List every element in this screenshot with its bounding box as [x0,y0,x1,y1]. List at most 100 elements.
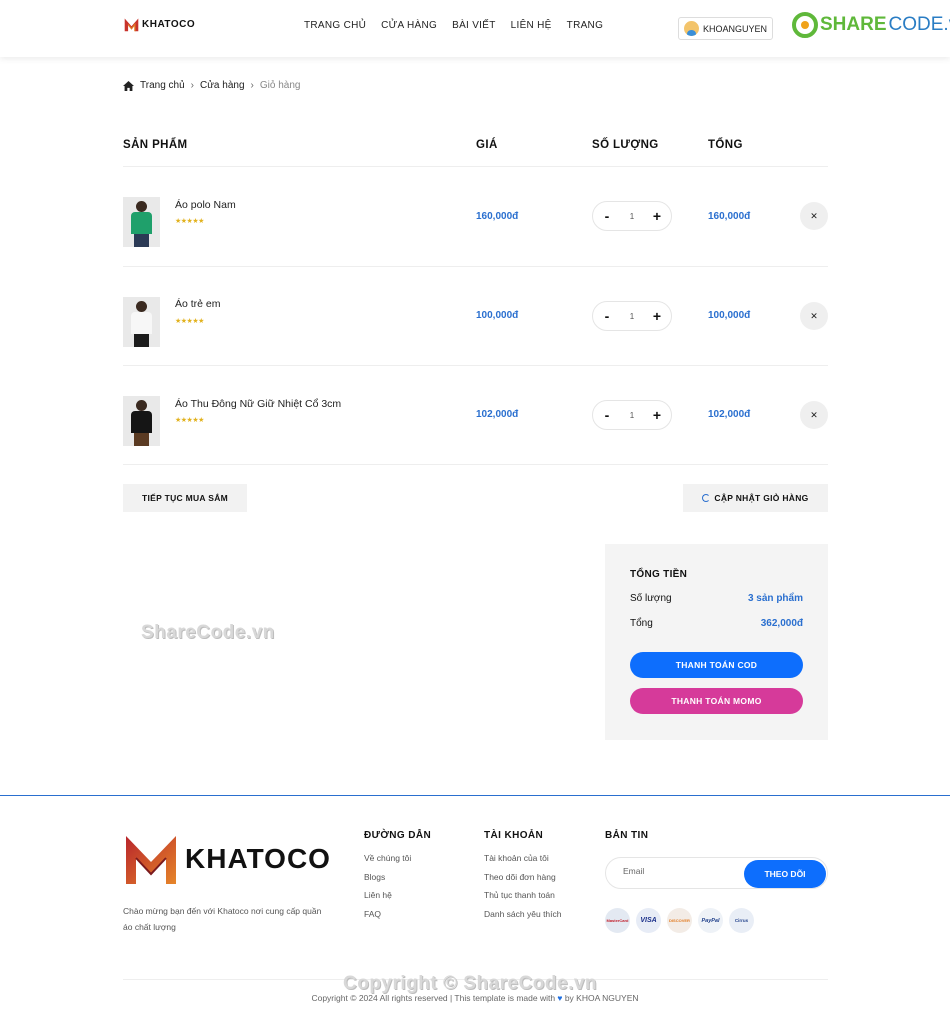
pay-cod-button[interactable]: THANH TOÁN COD [630,652,803,678]
sharecode-logo: SHARECODE.vn [792,12,950,38]
quantity-stepper: - 1 + [592,201,672,231]
qty-plus-button[interactable]: + [652,408,662,422]
sharecode-logo-icon [792,12,818,38]
qty-minus-button[interactable]: - [602,309,612,323]
remove-item-button[interactable]: ✕ [800,202,828,230]
header-logo-text: KHATOCO [142,19,196,30]
summary-qty-value: 3 sản phẩm [747,593,803,604]
nav-pages[interactable]: TRANG [567,20,604,31]
footer-account-title: TÀI KHOẢN [484,830,544,841]
rating-stars: ★★★★★ [175,417,204,424]
cirrus-icon: Cirrus [729,908,754,933]
remove-item-button[interactable]: ✕ [800,302,828,330]
breadcrumb-separator: › [250,80,254,91]
newsletter-email-input[interactable] [623,866,733,876]
sharecode-logo-code: CODE.vn [888,14,950,35]
site-header: KHATOCO TRANG CHỦ CỬA HÀNG BÀI VIẾT LIÊN… [0,0,950,57]
subscribe-button[interactable]: THEO DÕI [744,860,826,888]
khatoco-logo-icon [126,836,176,884]
username: KHOANGUYEN [703,23,768,34]
col-header-total: TỔNG [708,139,743,151]
footer-link-wishlist[interactable]: Danh sách yêu thích [484,909,562,919]
qty-plus-button[interactable]: + [652,309,662,323]
discover-icon: DISCOVER [667,908,692,933]
breadcrumb: Trang chủ › Cửa hàng › Giỏ hàng [123,80,300,91]
product-image[interactable] [123,297,160,347]
payment-cards: MasterCard VISA DISCOVER PayPal Cirrus [605,908,754,933]
rating-stars: ★★★★★ [175,218,204,225]
footer-link-checkout[interactable]: Thủ tục thanh toán [484,890,555,900]
product-total: 100,000đ [708,310,751,321]
product-image[interactable] [123,197,160,247]
rating-stars: ★★★★★ [175,318,204,325]
breadcrumb-shop[interactable]: Cửa hàng [200,80,245,91]
product-total: 102,000đ [708,409,751,420]
nav-blog[interactable]: BÀI VIẾT [452,20,496,31]
qty-value[interactable]: 1 [630,212,634,221]
quantity-stepper: - 1 + [592,400,672,430]
footer-link-about[interactable]: Về chúng tôi [364,853,411,863]
divider [123,365,828,366]
qty-minus-button[interactable]: - [602,408,612,422]
continue-shopping-label: TIẾP TỤC MUA SẮM [141,493,229,503]
footer-link-track-order[interactable]: Theo dõi đơn hàng [484,872,556,882]
header-logo[interactable]: KHATOCO [123,16,195,33]
breadcrumb-separator: › [190,80,194,91]
breadcrumb-current: Giỏ hàng [259,80,301,91]
summary-total-label: Tổng [630,618,653,629]
footer-link-faq[interactable]: FAQ [364,909,381,919]
summary-qty-label: Số lượng [630,593,672,604]
col-header-price: GIÁ [476,139,498,151]
product-image[interactable] [123,396,160,446]
summary-qty-row: Số lượng 3 sản phẩm [630,593,803,604]
nav-home[interactable]: TRANG CHỦ [304,20,366,31]
avatar [684,21,699,36]
summary-title: TỔNG TIỀN [630,569,688,580]
footer-link-blogs[interactable]: Blogs [364,872,385,882]
close-icon: ✕ [810,210,818,221]
qty-plus-button[interactable]: + [652,209,662,223]
cart-summary: TỔNG TIỀN Số lượng 3 sản phẩm Tổng 362,0… [605,544,828,740]
update-cart-button[interactable]: CẬP NHẬT GIỎ HÀNG [683,484,828,512]
footer-description: Chào mừng bạn đến với Khatoco nơi cung c… [123,906,322,932]
newsletter-title: BẢN TIN [605,830,649,841]
visa-icon: VISA [636,908,661,933]
qty-minus-button[interactable]: - [602,209,612,223]
nav-contact[interactable]: LIÊN HỆ [511,20,552,31]
divider [123,266,828,267]
main-nav: TRANG CHỦ CỬA HÀNG BÀI VIẾT LIÊN HỆ TRAN… [304,20,603,31]
continue-shopping-button[interactable]: TIẾP TỤC MUA SẮM [123,484,247,512]
refresh-icon [702,494,711,502]
footer-logo[interactable]: KHATOCO [123,832,331,886]
user-account-button[interactable]: KHOANGUYEN [678,17,773,40]
home-icon [123,80,134,91]
nav-shop[interactable]: CỬA HÀNG [381,20,437,31]
product-name[interactable]: Áo polo Nam [175,199,236,211]
col-header-qty: SỐ LƯỢNG [592,139,659,151]
pay-momo-button[interactable]: THANH TOÁN MOMO [630,688,803,714]
breadcrumb-home[interactable]: Trang chủ [140,80,185,91]
footer-logo-text: KHATOCO [185,843,331,874]
paypal-icon: PayPal [698,908,723,933]
qty-value[interactable]: 1 [630,411,634,420]
footer-link-contact[interactable]: Liên hệ [364,890,392,900]
khatoco-logo-icon [124,18,139,32]
mastercard-icon: MasterCard [605,908,630,933]
product-name[interactable]: Áo Thu Đông Nữ Giữ Nhiệt Cổ 3cm [175,398,341,410]
copyright-text: Copyright © 2024 All rights reserved | T… [311,993,639,1003]
footer-link-my-account[interactable]: Tài khoản của tôi [484,853,549,863]
product-name[interactable]: Áo trẻ em [175,298,221,310]
product-price: 100,000đ [476,310,519,321]
watermark: Copyright © ShareCode.vn [343,973,598,994]
quantity-stepper: - 1 + [592,301,672,331]
product-price: 102,000đ [476,409,519,420]
col-header-product: SẢN PHẨM [123,139,188,151]
close-icon: ✕ [810,310,818,321]
summary-total-value: 362,000đ [760,618,803,629]
sharecode-logo-share: SHARE [820,14,887,35]
remove-item-button[interactable]: ✕ [800,401,828,429]
footer-links-title: ĐƯỜNG DẪN [364,830,432,841]
watermark: ShareCode.vn [141,622,275,643]
divider [123,166,828,167]
qty-value[interactable]: 1 [630,312,634,321]
